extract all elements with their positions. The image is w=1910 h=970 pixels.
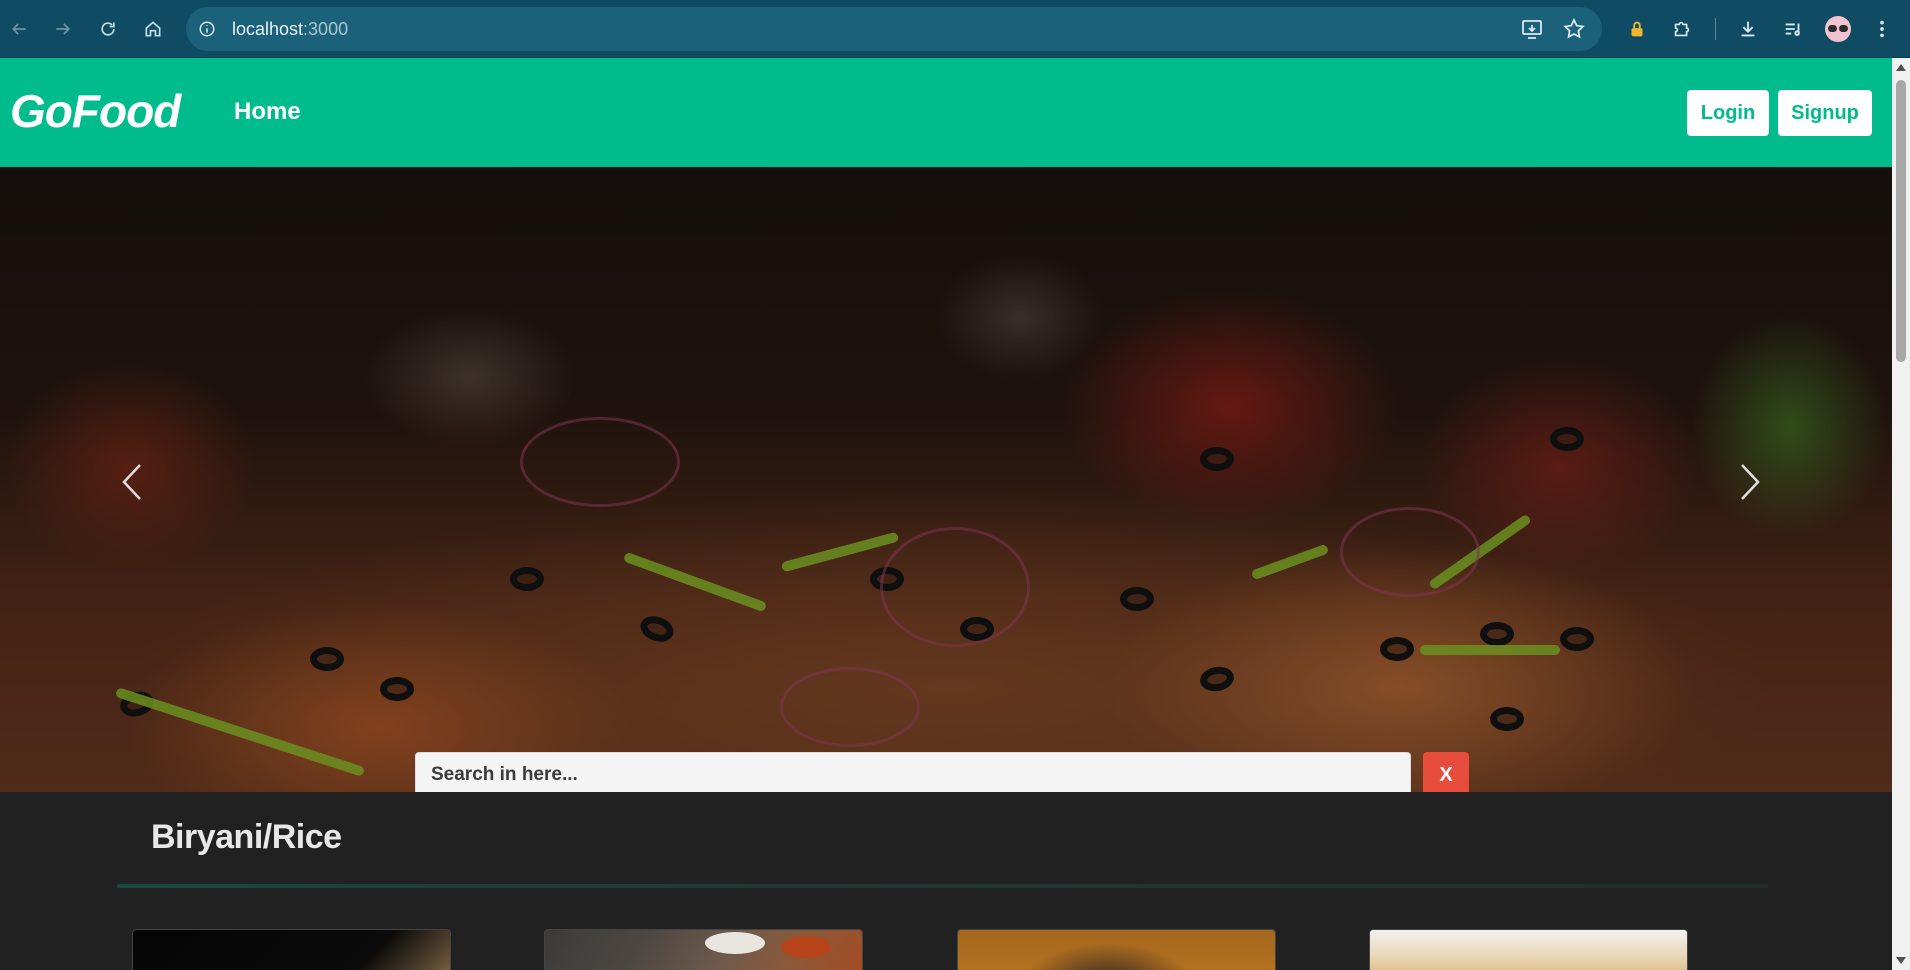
navbar: GoFood Home Login Signup [0, 58, 1892, 167]
brand-logo[interactable]: GoFood [10, 84, 181, 138]
search-form: X [415, 752, 1469, 792]
scroll-down-icon[interactable] [1896, 957, 1906, 964]
scrollbar-thumb[interactable] [1896, 80, 1906, 362]
home-icon[interactable] [138, 14, 168, 44]
reload-icon[interactable] [93, 14, 123, 44]
browser-toolbar: localhost:3000 [0, 0, 1910, 58]
chevron-left-icon [122, 464, 141, 500]
media-queue-icon[interactable] [1778, 14, 1808, 44]
downloads-icon[interactable] [1733, 14, 1763, 44]
search-input[interactable] [415, 752, 1411, 792]
chutney-bowl [781, 936, 831, 958]
extension-lock-icon[interactable] [1622, 14, 1652, 44]
profile-avatar[interactable] [1825, 16, 1851, 42]
extensions-puzzle-icon[interactable] [1667, 14, 1697, 44]
category-divider [117, 884, 1768, 888]
carousel-dim-overlay [0, 167, 1892, 792]
address-bar[interactable]: localhost:3000 [186, 7, 1602, 51]
url-text[interactable]: localhost:3000 [232, 19, 348, 40]
carousel-prev-button[interactable] [114, 457, 154, 507]
food-card[interactable] [957, 929, 1276, 970]
hero-carousel: X [0, 167, 1892, 792]
food-card[interactable] [1369, 929, 1688, 970]
url-port: :3000 [303, 18, 349, 39]
install-app-icon[interactable] [1520, 17, 1544, 41]
food-card[interactable] [544, 929, 863, 970]
food-card[interactable] [132, 929, 451, 970]
back-icon[interactable] [4, 14, 34, 44]
nav-home-link[interactable]: Home [234, 98, 301, 126]
site-info-icon[interactable] [198, 20, 216, 38]
scroll-up-icon[interactable] [1896, 64, 1906, 71]
more-menu-icon[interactable] [1870, 14, 1894, 44]
avatar-glasses-left [1828, 25, 1837, 32]
raita-bowl [705, 932, 765, 954]
bookmark-star-icon[interactable] [1562, 17, 1586, 41]
login-button[interactable]: Login [1687, 90, 1769, 136]
page-viewport: GoFood Home Login Signup Search in here.… [0, 58, 1892, 970]
category-title: Biryani/Rice [151, 818, 342, 856]
signup-button[interactable]: Signup [1778, 90, 1872, 136]
avatar-glasses-right [1839, 25, 1848, 32]
clear-search-button[interactable]: X [1423, 752, 1469, 792]
toolbar-divider [1715, 18, 1716, 40]
carousel-next-button[interactable] [1728, 457, 1768, 507]
chevron-right-icon [1741, 464, 1760, 500]
url-host: localhost [232, 18, 304, 39]
forward-icon[interactable] [48, 14, 78, 44]
page-scrollbar[interactable] [1892, 58, 1910, 970]
